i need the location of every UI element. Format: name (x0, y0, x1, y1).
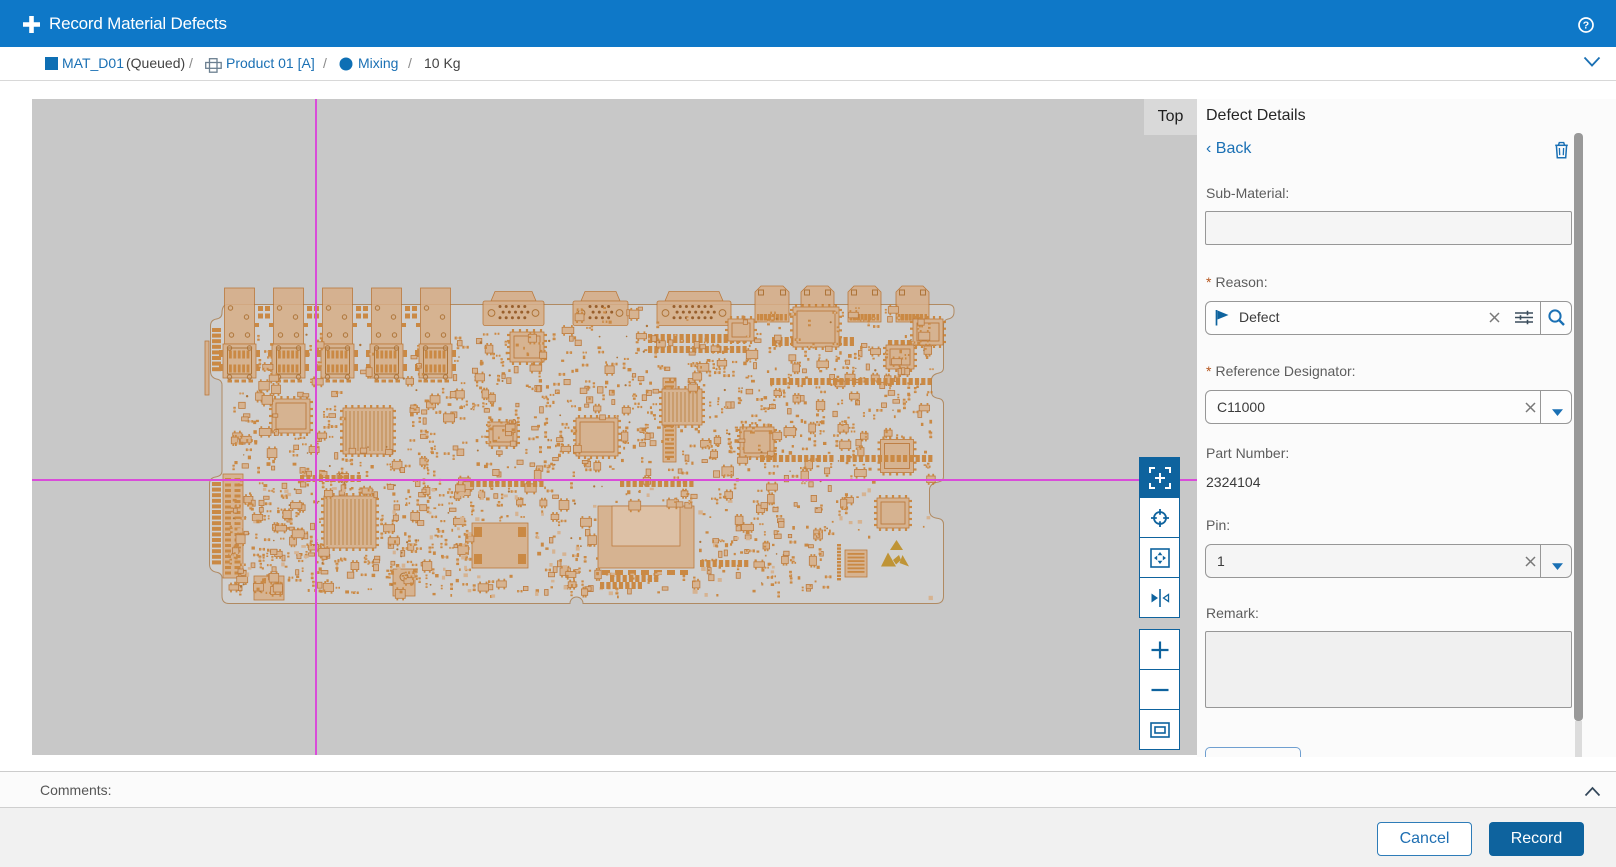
svg-text:?: ? (1583, 20, 1589, 32)
